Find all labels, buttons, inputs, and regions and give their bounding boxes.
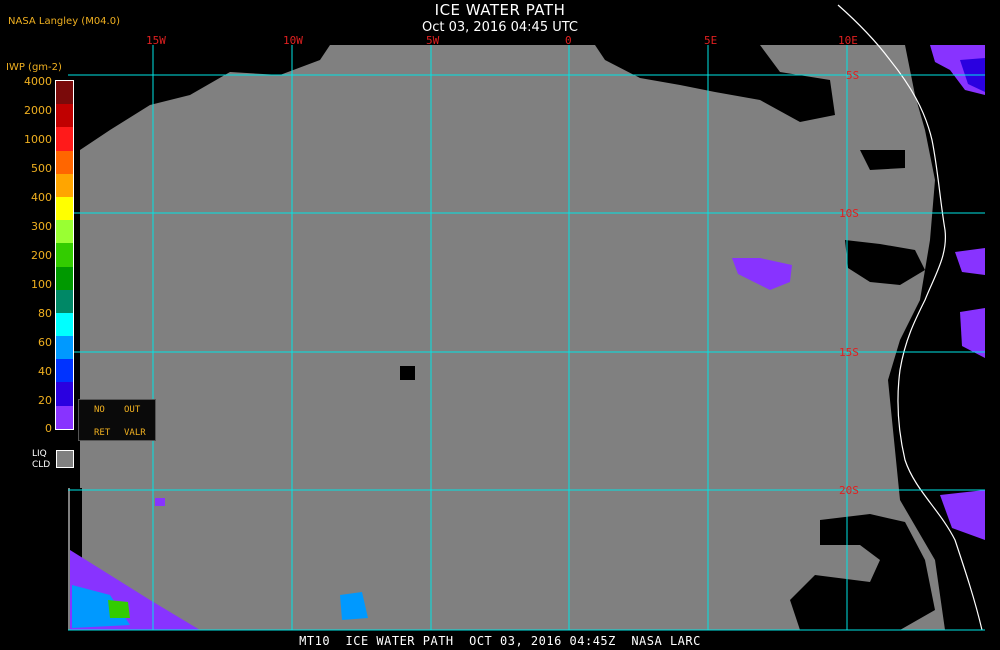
color-scale-cell [56,405,73,429]
lat-label: 10S [839,207,859,220]
legend-title: IWP (gm-2) [6,62,62,73]
color-scale-cell [56,81,73,105]
color-scale-cell [56,312,73,337]
lat-label: 5S [846,69,859,82]
color-scale-cell [56,127,73,151]
lat-label: 20S [839,484,859,497]
legend-tick: 4000 [24,75,52,88]
legend-tick: 0 [45,422,52,435]
liq-label: LIQ [32,449,47,459]
legend-tick: 60 [38,336,52,349]
no-retrieval-legend: NO OUT RET VALR [78,399,156,441]
map-subtitle: Oct 03, 2016 04:45 UTC [422,20,578,35]
valr-label: VALR [124,428,146,438]
color-scale-cell [56,266,73,290]
liquid-cloud-swatch [56,450,74,468]
color-scale-cell [56,104,73,128]
lat-label: 15S [839,346,859,359]
color-scale-cell [56,336,73,360]
legend-tick: 300 [31,220,52,233]
legend-tick: 80 [38,307,52,320]
lon-label: 10E [838,34,858,47]
color-scale-cell [56,359,73,383]
color-scale-cell [56,382,73,406]
lon-label: 0 [565,34,572,47]
legend-tick: 1000 [24,133,52,146]
agency-label: NASA Langley (M04.0) [8,16,120,27]
color-scale-bar [55,80,74,430]
color-scale-cell [56,173,73,197]
color-scale-cell [56,196,73,221]
no-label: NO [94,405,105,415]
legend-tick: 2000 [24,104,52,117]
lon-label: 5W [426,34,440,47]
legend-tick: 500 [31,162,52,175]
footer-caption: MT10 ICE WATER PATH OCT 03, 2016 04:45Z … [299,634,701,648]
color-scale-cell [56,150,73,174]
legend-tick: 100 [31,278,52,291]
cld-label: CLD [32,460,51,470]
color-scale-cell [56,220,73,244]
legend-tick: 400 [31,191,52,204]
color-scale-cell [56,289,73,313]
legend-tick: 200 [31,249,52,262]
legend-tick: 40 [38,365,52,378]
lon-label: 15W [146,34,166,47]
ret-label: RET [94,428,111,438]
map-title: ICE WATER PATH [434,1,566,19]
out-label: OUT [124,405,141,415]
color-scale-cell [56,243,73,267]
satellite-map: 15W 10W 5W 0 5E 10E 5S 10S 15S 20S [68,4,985,631]
legend-tick: 20 [38,394,52,407]
lon-label: 10W [283,34,303,47]
lon-label: 5E [704,34,717,47]
